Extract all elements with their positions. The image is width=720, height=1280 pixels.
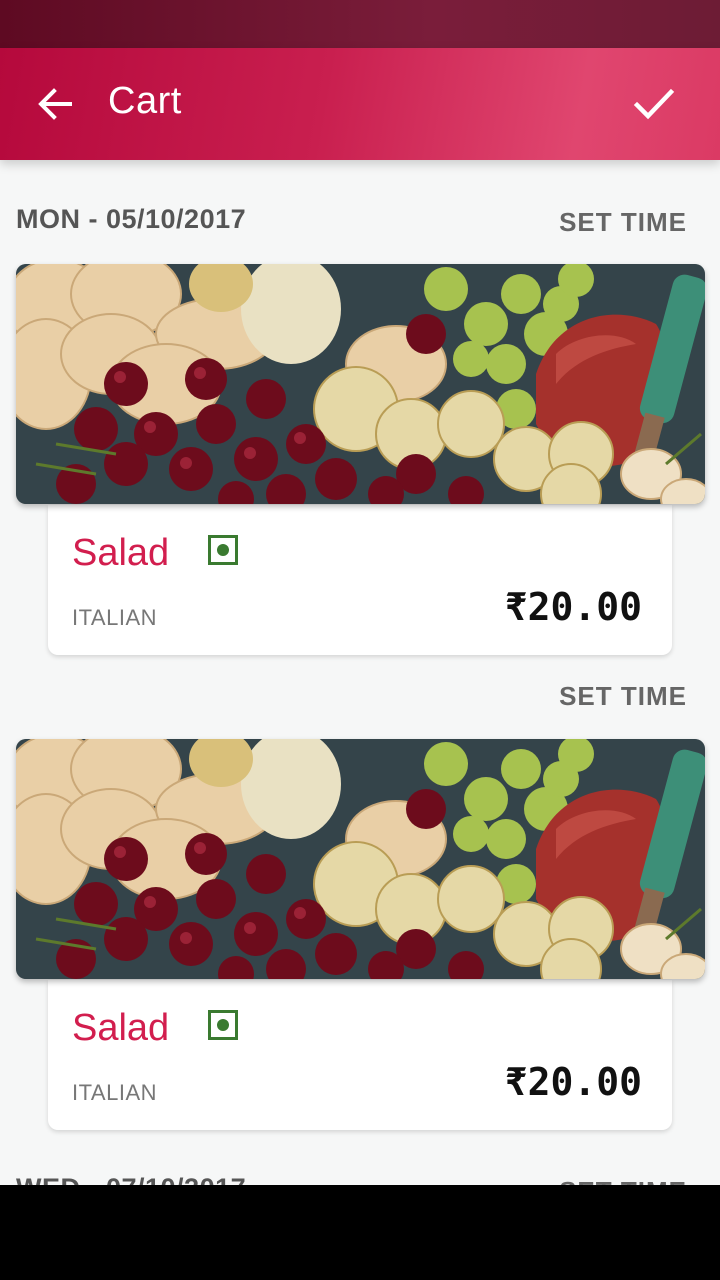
page-title: Cart: [108, 80, 182, 122]
cuisine-label: ITALIAN: [72, 1080, 158, 1105]
food-image[interactable]: [16, 264, 705, 504]
cart-list: MON - 05/10/2017 SET TIME Salad ITALIAN …: [0, 160, 720, 1185]
navigation-bar: [0, 1185, 720, 1280]
cuisine-label: ITALIAN: [72, 605, 158, 630]
back-button[interactable]: [32, 80, 80, 128]
food-image[interactable]: [16, 739, 705, 979]
app-bar: Cart: [0, 48, 720, 160]
cart-item-card[interactable]: Salad ITALIAN ₹20.00: [48, 505, 672, 655]
confirm-button[interactable]: [628, 78, 680, 130]
set-time-button[interactable]: SET TIME: [559, 681, 687, 712]
price: ₹20.00: [504, 585, 642, 629]
veg-indicator-icon: [208, 535, 238, 565]
day-header: MON - 05/10/2017: [16, 204, 247, 234]
veg-indicator-icon: [208, 1010, 238, 1040]
check-icon: [633, 88, 675, 120]
set-time-button[interactable]: SET TIME: [559, 207, 687, 238]
dish-name: Salad: [72, 1007, 170, 1049]
set-time-button[interactable]: SET TIME: [559, 1176, 687, 1185]
arrow-back-icon: [38, 88, 72, 120]
cart-item-card[interactable]: Salad ITALIAN ₹20.00: [48, 980, 672, 1130]
price: ₹20.00: [504, 1060, 642, 1104]
day-header: WED - 07/10/2017: [16, 1173, 246, 1185]
dish-name: Salad: [72, 532, 170, 574]
status-bar: [0, 0, 720, 48]
